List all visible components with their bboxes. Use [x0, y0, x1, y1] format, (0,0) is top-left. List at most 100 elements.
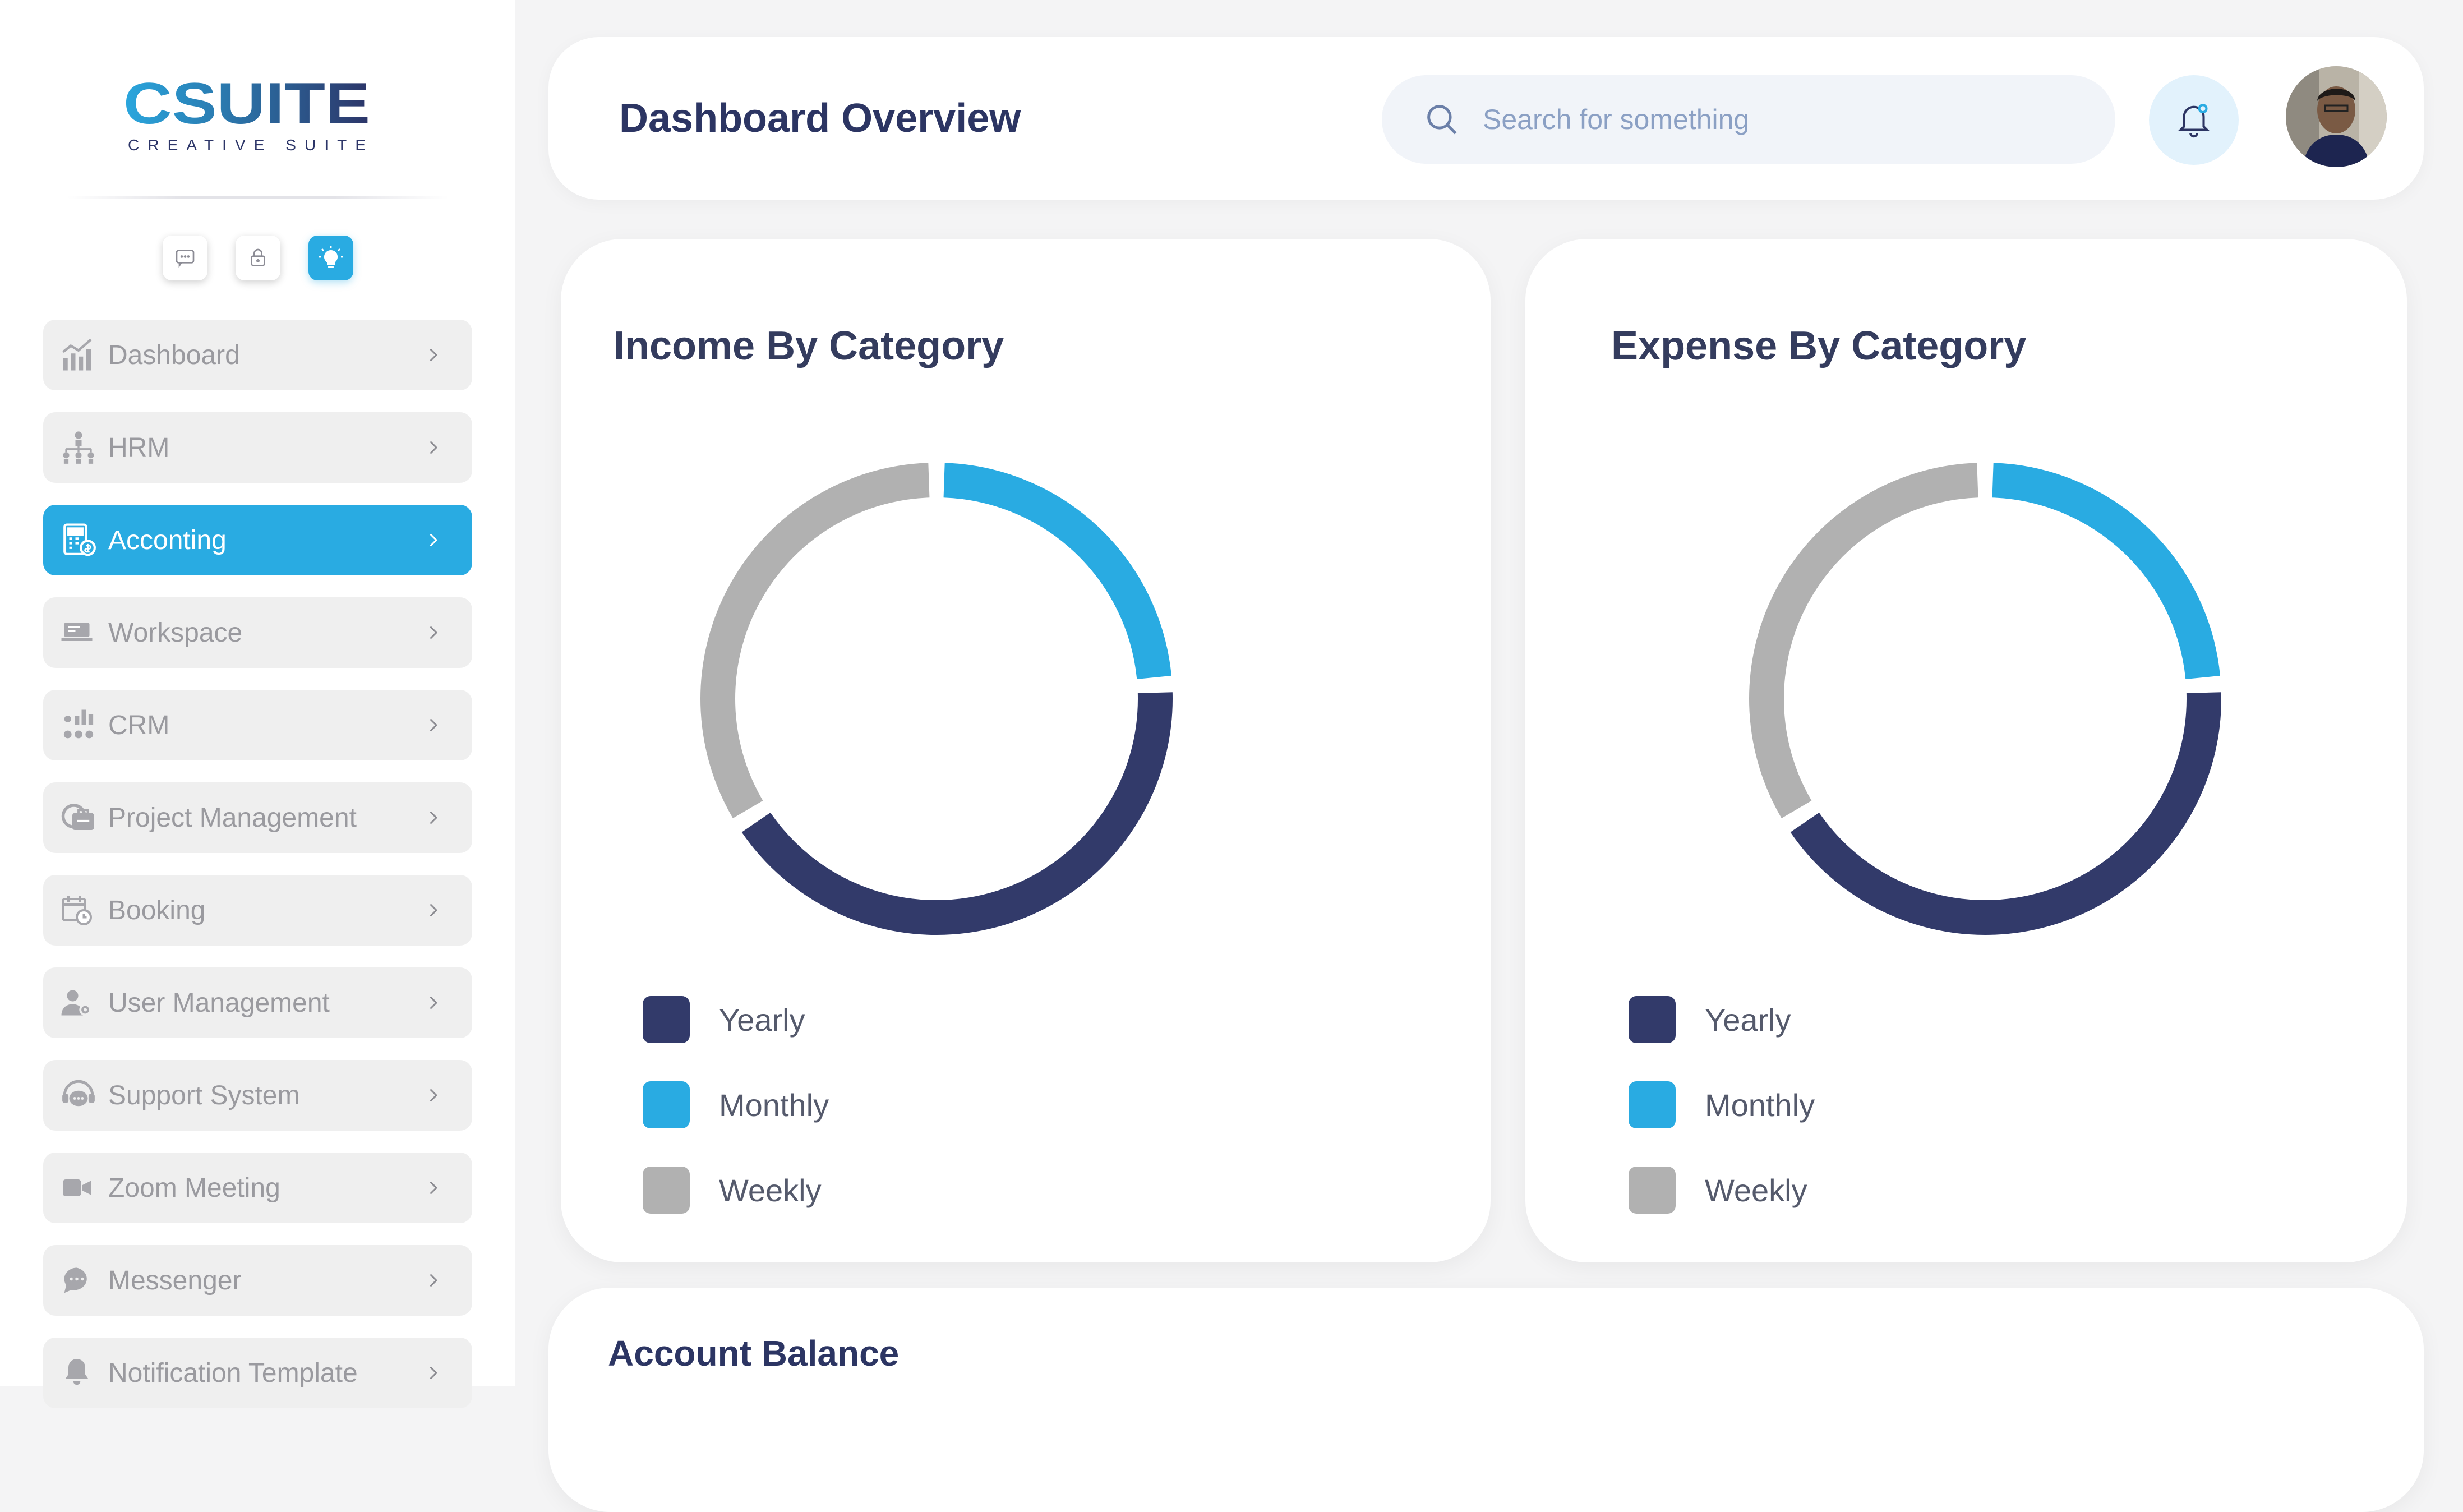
calendar-icon	[60, 888, 105, 933]
chevron-right-icon	[416, 431, 450, 464]
legend-label: Monthly	[1705, 1087, 1815, 1123]
search-bar[interactable]	[1382, 75, 2115, 164]
sidebar-item-label: Acconting	[108, 525, 227, 555]
divider	[67, 196, 449, 199]
chevron-right-icon	[416, 1356, 450, 1390]
sidebar-item-user-management[interactable]: User Management	[43, 967, 472, 1038]
chart-icon	[60, 333, 105, 377]
chevron-right-icon	[416, 616, 450, 649]
sidebar-item-support-system[interactable]: Support System	[43, 1060, 472, 1131]
workspace-icon	[60, 610, 105, 655]
search-icon	[1423, 100, 1463, 139]
message-icon	[60, 1258, 105, 1303]
sidebar-item-label: CRM	[108, 710, 170, 740]
sidebar-item-notification-template[interactable]: Notification Template	[43, 1338, 472, 1408]
expense-legend: Yearly Monthly Weekly	[1629, 977, 1815, 1233]
sidebar-item-label: Notification Template	[108, 1358, 358, 1388]
chevron-right-icon	[416, 893, 450, 927]
income-card: Income By Category Yearly Monthly Weekly	[561, 239, 1491, 1262]
chat-icon	[176, 250, 195, 268]
donut-segment-weekly[interactable]	[1749, 463, 1978, 819]
bell-icon	[2178, 104, 2210, 138]
chevron-right-icon	[416, 801, 450, 835]
chevron-right-icon	[416, 986, 450, 1020]
sidebar-item-label: Booking	[108, 895, 206, 925]
legend-item-monthly: Monthly	[1629, 1062, 1815, 1147]
top-header: Dashboard Overview	[548, 37, 2424, 200]
legend-swatch	[643, 996, 690, 1043]
sidebar-item-booking[interactable]: Booking	[43, 875, 472, 946]
legend-swatch	[643, 1081, 690, 1128]
lock-button[interactable]	[236, 236, 280, 280]
legend-item-weekly: Weekly	[643, 1147, 829, 1233]
crm-icon	[60, 703, 105, 748]
calculator-icon	[60, 518, 105, 563]
account-balance-card: Account Balance	[548, 1288, 2424, 1512]
donut-segment-weekly[interactable]	[700, 463, 930, 819]
sidebar-item-dashboard[interactable]: Dashboard	[43, 320, 472, 390]
chevron-right-icon	[416, 1264, 450, 1297]
page-title: Dashboard Overview	[619, 96, 1021, 141]
legend-label: Yearly	[719, 1002, 805, 1038]
avatar[interactable]	[2286, 66, 2387, 167]
svg-text:CSUITE: CSUITE	[123, 79, 370, 136]
income-legend: Yearly Monthly Weekly	[643, 977, 829, 1233]
legend-swatch	[1629, 1167, 1676, 1214]
chevron-right-icon	[416, 708, 450, 742]
brand-logo[interactable]: CSUITE CREATIVE SUITE	[123, 71, 370, 157]
chat-button[interactable]	[163, 236, 207, 280]
svg-text:CREATIVE SUITE: CREATIVE SUITE	[128, 136, 366, 154]
sidebar-item-label: Project Management	[108, 803, 357, 833]
sidebar-item-label: Messenger	[108, 1265, 242, 1296]
support-icon	[60, 1073, 105, 1118]
legend-item-monthly: Monthly	[643, 1062, 829, 1147]
legend-item-yearly: Yearly	[1629, 977, 1815, 1062]
sidebar-item-zoom-meeting[interactable]: Zoom Meeting	[43, 1153, 472, 1223]
legend-label: Yearly	[1705, 1002, 1791, 1038]
sidebar-item-label: Zoom Meeting	[108, 1173, 280, 1203]
expense-donut-chart[interactable]	[1733, 446, 2238, 951]
sidebar-item-label: Support System	[108, 1080, 300, 1110]
chevron-right-icon	[416, 523, 450, 557]
legend-swatch	[643, 1167, 690, 1214]
legend-label: Weekly	[1705, 1172, 1807, 1208]
chevron-right-icon	[416, 1171, 450, 1205]
legend-item-yearly: Yearly	[643, 977, 829, 1062]
sidebar-item-workspace[interactable]: Workspace	[43, 597, 472, 668]
donut-segment-yearly[interactable]	[1790, 692, 2221, 935]
search-input[interactable]	[1482, 103, 2101, 136]
project-icon	[60, 795, 105, 840]
chevron-right-icon	[416, 338, 450, 372]
chevron-right-icon	[416, 1078, 450, 1112]
legend-label: Weekly	[719, 1172, 822, 1208]
sidebar-item-hrm[interactable]: HRM	[43, 412, 472, 483]
sidebar-item-accounting[interactable]: Acconting	[43, 505, 472, 575]
sidebar-item-messenger[interactable]: Messenger	[43, 1245, 472, 1316]
sidebar-item-label: Workspace	[108, 617, 243, 648]
video-icon	[60, 1165, 105, 1210]
lightbulb-icon	[319, 246, 343, 268]
card-title: Income By Category	[614, 324, 1004, 368]
legend-item-weekly: Weekly	[1629, 1147, 1815, 1233]
sidebar-item-label: Dashboard	[108, 340, 240, 370]
expense-card: Expense By Category Yearly Monthly Weekl…	[1525, 239, 2407, 1262]
sidebar-item-label: User Management	[108, 988, 330, 1018]
card-title: Account Balance	[608, 1333, 900, 1373]
sidebar: CSUITE CREATIVE SUITE Dashboard HRM Acco…	[0, 0, 515, 1408]
sidebar-item-project-management[interactable]: Project Management	[43, 782, 472, 853]
legend-swatch	[1629, 996, 1676, 1043]
legend-swatch	[1629, 1081, 1676, 1128]
lightbulb-button[interactable]	[308, 236, 353, 280]
donut-segment-monthly[interactable]	[1992, 463, 2220, 680]
lock-icon	[251, 248, 265, 266]
sidebar-item-label: HRM	[108, 432, 170, 463]
sidebar-item-crm[interactable]: CRM	[43, 690, 472, 760]
donut-segment-yearly[interactable]	[741, 692, 1173, 935]
legend-label: Monthly	[719, 1087, 829, 1123]
notification-icon	[60, 1350, 105, 1395]
user-settings-icon	[60, 980, 105, 1025]
donut-segment-monthly[interactable]	[943, 463, 1171, 680]
notification-button[interactable]	[2149, 75, 2239, 165]
card-title: Expense By Category	[1611, 324, 2027, 368]
income-donut-chart[interactable]	[684, 446, 1189, 951]
